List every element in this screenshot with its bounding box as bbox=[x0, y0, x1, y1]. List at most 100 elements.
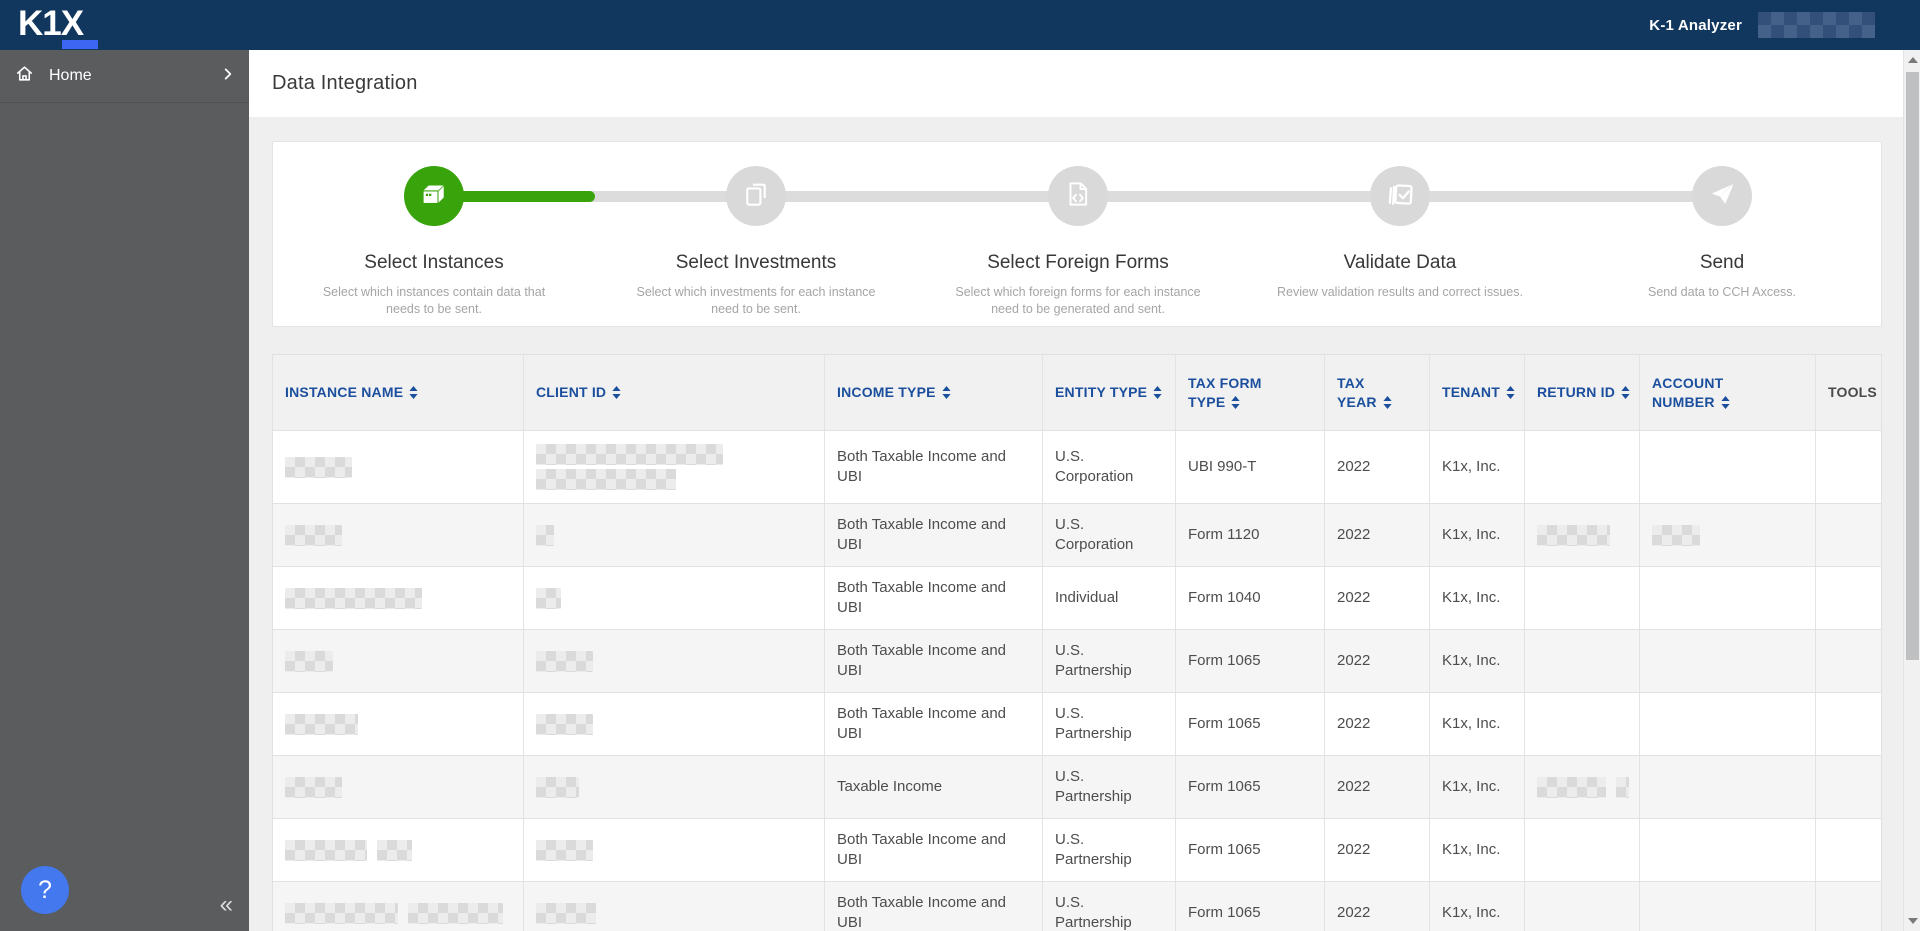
redacted-line bbox=[1652, 524, 1805, 546]
column-header-label: TENANT bbox=[1442, 383, 1515, 402]
collapse-sidebar-button[interactable]: « bbox=[220, 891, 233, 919]
user-menu-redacted[interactable] bbox=[1758, 12, 1875, 38]
cell-tax_form: Form 1065 bbox=[1176, 819, 1325, 881]
cell-text: K1x, Inc. bbox=[1442, 652, 1501, 669]
column-header-tax_year[interactable]: TAX YEAR bbox=[1325, 355, 1430, 430]
cell-income: Taxable Income bbox=[825, 756, 1043, 818]
table-row: Both Taxable Income and UBI Individual Form… bbox=[273, 567, 1881, 630]
cell-tax_year: 2022 bbox=[1325, 567, 1430, 629]
cell-tenant: K1x, Inc. bbox=[1430, 756, 1525, 818]
cell-tenant: K1x, Inc. bbox=[1430, 567, 1525, 629]
sort-icon bbox=[1500, 384, 1515, 400]
table-row: Both Taxable Income and UBI U.S. Corporatio… bbox=[273, 431, 1881, 504]
redacted-line bbox=[285, 587, 513, 609]
redacted-value bbox=[285, 650, 333, 672]
cell-text: K1x, Inc. bbox=[1442, 778, 1501, 795]
step-circle-2[interactable] bbox=[726, 166, 786, 226]
sort-icon bbox=[1615, 384, 1630, 400]
cell-instance bbox=[273, 693, 524, 755]
stepper-card: Select Instances Select which instances c… bbox=[272, 141, 1882, 327]
cell-text: K1x, Inc. bbox=[1442, 715, 1501, 732]
send-icon bbox=[1707, 179, 1737, 214]
validate-icon bbox=[1384, 178, 1416, 215]
redacted-value bbox=[536, 524, 554, 546]
vertical-scrollbar[interactable] bbox=[1903, 50, 1920, 931]
top-app-bar: K1X K-1 Analyzer bbox=[0, 0, 1920, 50]
cell-account bbox=[1640, 504, 1816, 566]
stepper-step-5[interactable]: Send Send data to CCH Axcess. bbox=[1561, 166, 1883, 318]
k1x-logo[interactable]: K1X bbox=[18, 3, 99, 49]
sidebar-item-home[interactable]: Home bbox=[0, 50, 249, 103]
cell-income: Both Taxable Income and UBI bbox=[825, 819, 1043, 881]
cell-text: UBI bbox=[837, 599, 863, 616]
redacted-line bbox=[536, 587, 814, 609]
cell-income: Both Taxable Income and UBI bbox=[825, 882, 1043, 931]
scroll-up-arrow-icon[interactable] bbox=[1908, 57, 1918, 63]
cell-account bbox=[1640, 756, 1816, 818]
stepper-step-4[interactable]: Validate Data Review validation results a… bbox=[1239, 166, 1561, 318]
cell-return_id bbox=[1525, 567, 1640, 629]
cell-instance bbox=[273, 630, 524, 692]
cell-tax_form: Form 1120 bbox=[1176, 504, 1325, 566]
step-circle-4[interactable] bbox=[1370, 166, 1430, 226]
column-header-label: CLIENT ID bbox=[536, 383, 814, 402]
step-circle-5[interactable] bbox=[1692, 166, 1752, 226]
cell-text: Individual bbox=[1055, 589, 1119, 606]
redacted-line bbox=[285, 839, 513, 861]
cell-tenant: K1x, Inc. bbox=[1430, 504, 1525, 566]
cell-text: Corporation bbox=[1055, 536, 1134, 553]
cell-tax_year: 2022 bbox=[1325, 504, 1430, 566]
cell-text: 2022 bbox=[1337, 652, 1371, 669]
cell-text: K1x, Inc. bbox=[1442, 458, 1501, 475]
step-circle-1[interactable] bbox=[404, 166, 464, 226]
cell-text: K1x, Inc. bbox=[1442, 526, 1501, 543]
column-header-income[interactable]: INCOME TYPE bbox=[825, 355, 1043, 430]
redacted-line bbox=[1537, 524, 1629, 546]
cell-instance bbox=[273, 567, 524, 629]
cell-text: U.S. bbox=[1055, 516, 1085, 533]
cell-tax_year: 2022 bbox=[1325, 756, 1430, 818]
cell-text: Taxable Income bbox=[837, 778, 943, 795]
k1x-logo-x: X bbox=[60, 3, 99, 49]
step-title: Select Foreign Forms bbox=[987, 252, 1169, 273]
redacted-value bbox=[536, 469, 676, 490]
column-header-label: ENTITY TYPE bbox=[1055, 383, 1165, 402]
cell-text: UBI bbox=[837, 725, 863, 742]
column-header-tax_form[interactable]: TAX FORM TYPE bbox=[1176, 355, 1325, 430]
sidebar: Home ? « bbox=[0, 50, 249, 931]
scroll-down-arrow-icon[interactable] bbox=[1908, 918, 1918, 924]
cell-text: U.S. Partnership bbox=[1055, 894, 1132, 931]
redacted-line bbox=[536, 776, 814, 798]
column-header-entity[interactable]: ENTITY TYPE bbox=[1043, 355, 1176, 430]
stepper-step-3[interactable]: Select Foreign Forms Select which foreign… bbox=[917, 166, 1239, 318]
cell-tenant: K1x, Inc. bbox=[1430, 882, 1525, 931]
code-file-icon bbox=[1063, 179, 1093, 214]
cell-income: Both Taxable Income and UBI bbox=[825, 504, 1043, 566]
redacted-line bbox=[536, 713, 814, 735]
cell-text: 2022 bbox=[1337, 458, 1371, 475]
title-bar: Data Integration bbox=[249, 50, 1903, 117]
cell-entity: U.S. Partnership bbox=[1043, 756, 1176, 818]
instances-table: INSTANCE NAME CLIENT ID INCOME TYPE ENTITY … bbox=[272, 354, 1882, 931]
column-header-return_id[interactable]: RETURN ID bbox=[1525, 355, 1640, 430]
step-circle-3[interactable] bbox=[1048, 166, 1108, 226]
redacted-line bbox=[536, 444, 814, 465]
redacted-line bbox=[1537, 776, 1629, 798]
stepper-step-1[interactable]: Select Instances Select which instances c… bbox=[273, 166, 595, 318]
column-header-instance[interactable]: INSTANCE NAME bbox=[273, 355, 524, 430]
redacted-value bbox=[536, 839, 593, 861]
cell-text: 2022 bbox=[1337, 778, 1371, 795]
column-header-account[interactable]: ACCOUNT NUMBER bbox=[1640, 355, 1816, 430]
cell-instance bbox=[273, 819, 524, 881]
help-button[interactable]: ? bbox=[21, 866, 69, 914]
column-header-label: INCOME TYPE bbox=[837, 383, 1032, 402]
redacted-line bbox=[536, 839, 814, 861]
stepper-step-2[interactable]: Select Investments Select which investmen… bbox=[595, 166, 917, 318]
cell-text: Both Taxable Income and bbox=[837, 579, 1007, 596]
vertical-scrollbar-thumb[interactable] bbox=[1906, 72, 1919, 660]
column-header-tenant[interactable]: TENANT bbox=[1430, 355, 1525, 430]
table-row: Both Taxable Income and UBI U.S. Corporatio… bbox=[273, 504, 1881, 567]
cell-tenant: K1x, Inc. bbox=[1430, 630, 1525, 692]
column-header-client[interactable]: CLIENT ID bbox=[524, 355, 825, 430]
sort-icon bbox=[1147, 384, 1162, 400]
